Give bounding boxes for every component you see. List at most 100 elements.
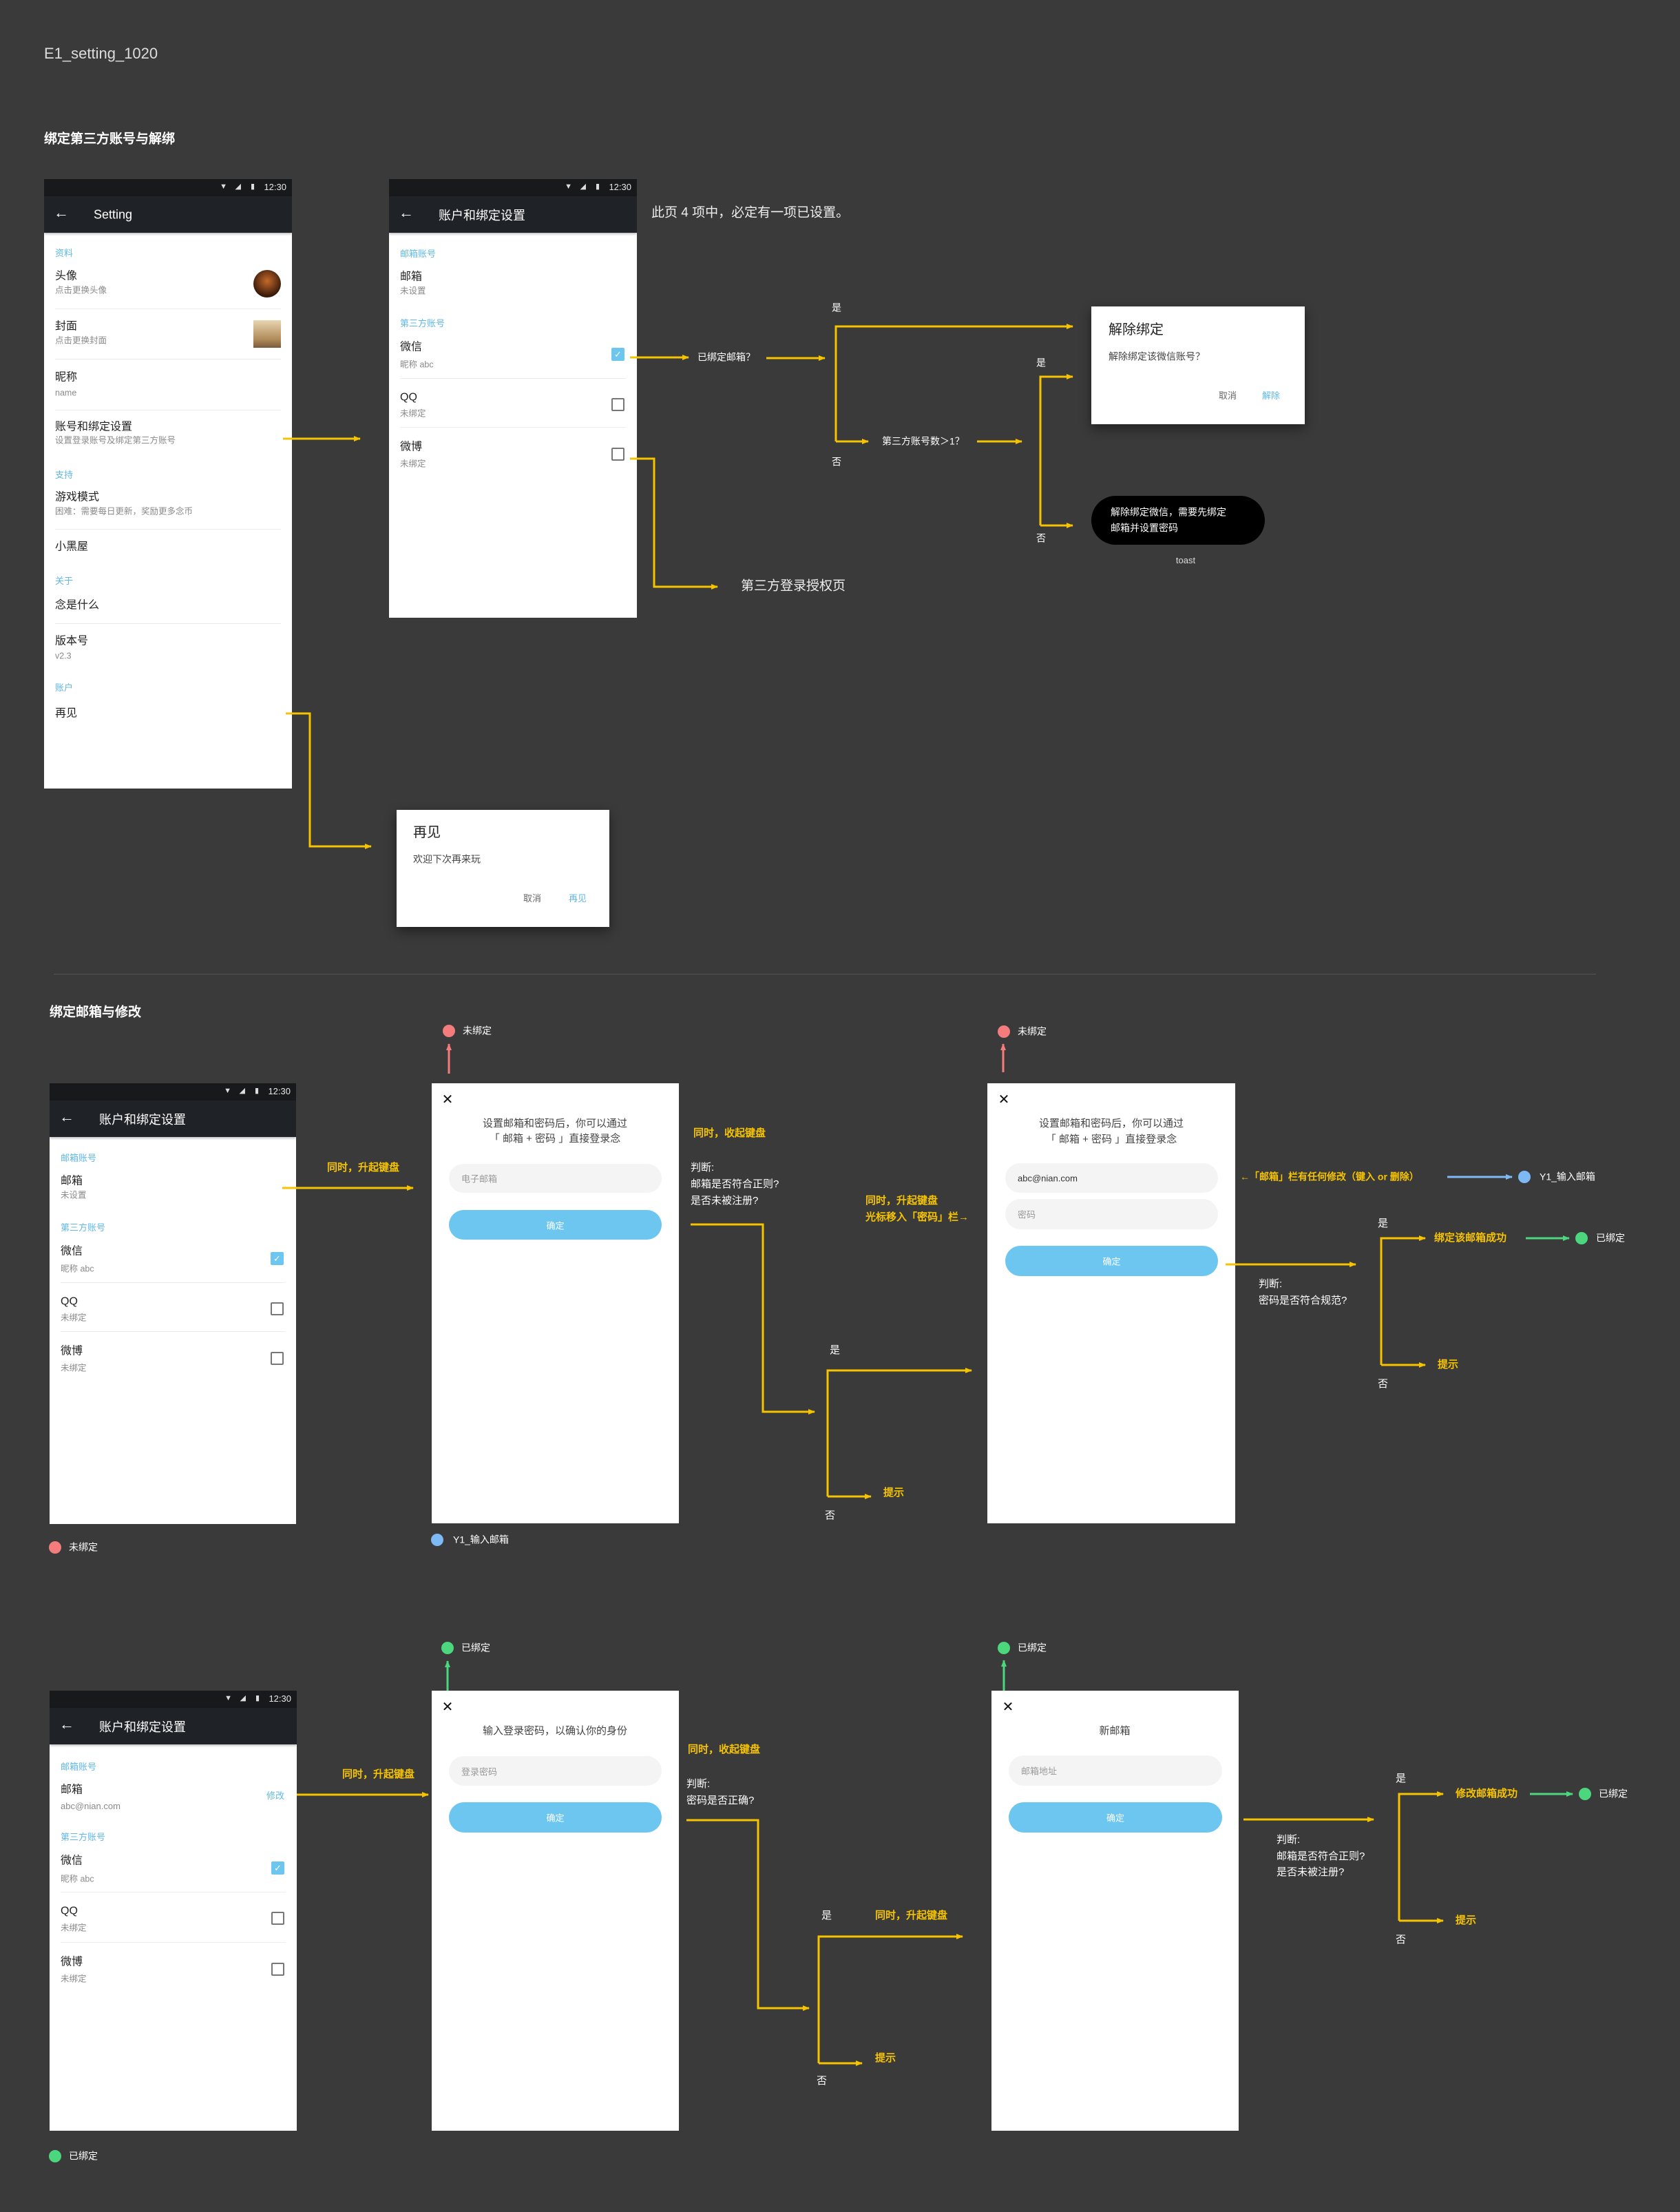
back-arrow-icon[interactable]: ← bbox=[54, 205, 69, 220]
email-input[interactable]: 电子邮箱 bbox=[449, 1164, 662, 1193]
branch-yes: 是 bbox=[1036, 357, 1046, 368]
wechat-subtitle: 昵称 abc bbox=[61, 1874, 94, 1884]
section-label-about: 关于 bbox=[55, 576, 74, 587]
avatar-title[interactable]: 头像 bbox=[55, 269, 77, 282]
password-input[interactable]: 登录密码 bbox=[449, 1756, 662, 1786]
back-arrow-icon[interactable]: ← bbox=[59, 1109, 74, 1125]
back-arrow-icon[interactable]: ← bbox=[59, 1717, 74, 1732]
qq-checkbox[interactable] bbox=[611, 398, 624, 411]
weibo-title: 微博 bbox=[61, 1956, 83, 1968]
cancel-button[interactable]: 取消 bbox=[523, 893, 541, 904]
avatar-image[interactable] bbox=[253, 270, 281, 298]
wechat-checkbox[interactable]: ✓ bbox=[611, 348, 624, 361]
modify-success-label: 修改邮箱成功 bbox=[1456, 1788, 1518, 1799]
question-registered: 是否未被注册? bbox=[691, 1195, 759, 1207]
email-input[interactable]: 邮箱地址 bbox=[1009, 1755, 1222, 1786]
section-label-email: 邮箱账号 bbox=[61, 1762, 97, 1773]
weibo-subtitle: 未绑定 bbox=[61, 1363, 87, 1373]
account-binding-title[interactable]: 账号和绑定设置 bbox=[55, 420, 132, 433]
wechat-checkbox[interactable]: ✓ bbox=[271, 1861, 284, 1875]
cover-subtitle: 点击更换封面 bbox=[55, 335, 107, 346]
qq-checkbox[interactable] bbox=[271, 1302, 284, 1315]
state-label-unbound: 未绑定 bbox=[1018, 1025, 1047, 1037]
note-raise-keyboard: 同时，升起键盘 bbox=[875, 1910, 948, 1921]
dialog-title: 再见 bbox=[413, 825, 441, 840]
cover-title[interactable]: 封面 bbox=[55, 320, 77, 333]
wifi-icon: ▼ bbox=[224, 1087, 231, 1095]
branch-yes: 是 bbox=[830, 1344, 841, 1356]
question-registered: 是否未被注册? bbox=[1277, 1866, 1345, 1878]
branch-no: 否 bbox=[1396, 1934, 1407, 1945]
weibo-checkbox[interactable] bbox=[271, 1352, 284, 1365]
email-title[interactable]: 邮箱 bbox=[400, 270, 422, 283]
weibo-checkbox[interactable] bbox=[271, 1963, 284, 1976]
modal-title: 输入登录密码，以确认你的身份 bbox=[482, 1725, 628, 1737]
email-placeholder: 邮箱地址 bbox=[1021, 1766, 1058, 1777]
blackroom-item[interactable]: 小黑屋 bbox=[55, 540, 88, 553]
avatar-subtitle: 点击更换头像 bbox=[55, 285, 107, 295]
toast-line-1: 解除绑定微信，需要先绑定 bbox=[1111, 506, 1226, 518]
qq-checkbox[interactable] bbox=[271, 1912, 284, 1925]
connector-arrow bbox=[817, 1934, 963, 2063]
connector-arrow bbox=[1039, 374, 1073, 525]
game-mode-subtitle: 困难：需要每日更新，奖励更多念币 bbox=[55, 506, 193, 517]
wechat-title: 微信 bbox=[400, 341, 423, 353]
email-input[interactable]: abc@nian.com bbox=[1005, 1163, 1218, 1193]
qq-title: QQ bbox=[61, 1905, 78, 1917]
qq-subtitle: 未绑定 bbox=[61, 1923, 87, 1933]
hint-label: 提示 bbox=[1438, 1359, 1459, 1370]
page-title: E1_setting_1020 bbox=[44, 44, 158, 62]
branch-no: 否 bbox=[817, 2075, 828, 2087]
wechat-title: 微信 bbox=[61, 1245, 83, 1258]
wechat-checkbox[interactable]: ✓ bbox=[271, 1252, 284, 1265]
confirm-button[interactable]: 确定 bbox=[1005, 1246, 1218, 1276]
email-title[interactable]: 邮箱 bbox=[61, 1174, 83, 1187]
toolbar-title: Setting bbox=[94, 207, 133, 221]
hint-label: 提示 bbox=[1456, 1914, 1477, 1926]
confirm-goodbye-button[interactable]: 再见 bbox=[569, 893, 587, 904]
branch-no: 否 bbox=[832, 456, 841, 468]
confirm-button[interactable]: 确定 bbox=[449, 1210, 662, 1240]
cancel-button[interactable]: 取消 bbox=[1219, 390, 1237, 401]
nickname-title[interactable]: 昵称 bbox=[55, 371, 77, 384]
hint-label: 提示 bbox=[875, 2052, 896, 2064]
close-icon[interactable]: ✕ bbox=[442, 1093, 454, 1107]
edit-email-button[interactable]: 修改 bbox=[266, 1791, 284, 1802]
state-dot-input bbox=[431, 1534, 443, 1546]
question-password-correct: 密码是否正确? bbox=[686, 1795, 755, 1806]
status-time: 12:30 bbox=[268, 1086, 291, 1096]
confirm-button[interactable]: 确定 bbox=[449, 1802, 662, 1833]
goodbye-dialog: 再见 欢迎下次再来玩 取消 再见 bbox=[397, 810, 609, 927]
close-icon[interactable]: ✕ bbox=[998, 1093, 1010, 1107]
divider bbox=[55, 623, 281, 624]
password-input[interactable]: 密码 bbox=[1005, 1199, 1218, 1229]
connector-arrow bbox=[834, 324, 1073, 441]
cover-image[interactable] bbox=[253, 320, 281, 348]
accounts-screen-unbound: ▼ ◢ ▮ 12:30 ← 账户和绑定设置 邮箱账号 邮箱 未设置 第三方账号 … bbox=[50, 1083, 296, 1524]
state-label-input: Y1_输入邮箱 bbox=[453, 1534, 509, 1545]
email-placeholder: 电子邮箱 bbox=[461, 1173, 498, 1185]
game-mode-title[interactable]: 游戏模式 bbox=[55, 490, 99, 503]
confirm-button[interactable]: 确定 bbox=[1009, 1802, 1222, 1833]
close-icon[interactable]: ✕ bbox=[1002, 1700, 1014, 1714]
state-dot-bound bbox=[441, 1642, 454, 1654]
back-arrow-icon[interactable]: ← bbox=[399, 205, 414, 220]
goodbye-item[interactable]: 再见 bbox=[55, 707, 77, 720]
close-icon[interactable]: ✕ bbox=[442, 1700, 454, 1714]
divider bbox=[61, 1282, 285, 1283]
toast: 解除绑定微信，需要先绑定 邮箱并设置密码 bbox=[1091, 496, 1265, 545]
divider bbox=[55, 529, 281, 530]
email-title: 邮箱 bbox=[61, 1784, 83, 1796]
note-text: 此页 4 项中，必定有一项已设置。 bbox=[651, 205, 850, 220]
battery-icon: ▮ bbox=[250, 182, 255, 191]
weibo-checkbox[interactable] bbox=[611, 448, 624, 461]
judge-label: 判断: bbox=[1259, 1278, 1283, 1290]
unbind-button[interactable]: 解除 bbox=[1262, 390, 1280, 401]
question-regex: 邮箱是否符合正则? bbox=[691, 1178, 779, 1190]
about-item[interactable]: 念是什么 bbox=[55, 598, 99, 612]
note-raise-keyboard: 同时，升起键盘 bbox=[327, 1162, 400, 1173]
qq-subtitle: 未绑定 bbox=[61, 1313, 87, 1323]
connector-arrow bbox=[1380, 1235, 1426, 1365]
modal-title-line-1: 设置邮箱和密码后，你可以通过 bbox=[1038, 1118, 1184, 1129]
bind-email-password-modal: ✕ 设置邮箱和密码后，你可以通过 「 邮箱 + 密码 」直接登录念 abc@ni… bbox=[987, 1083, 1235, 1523]
